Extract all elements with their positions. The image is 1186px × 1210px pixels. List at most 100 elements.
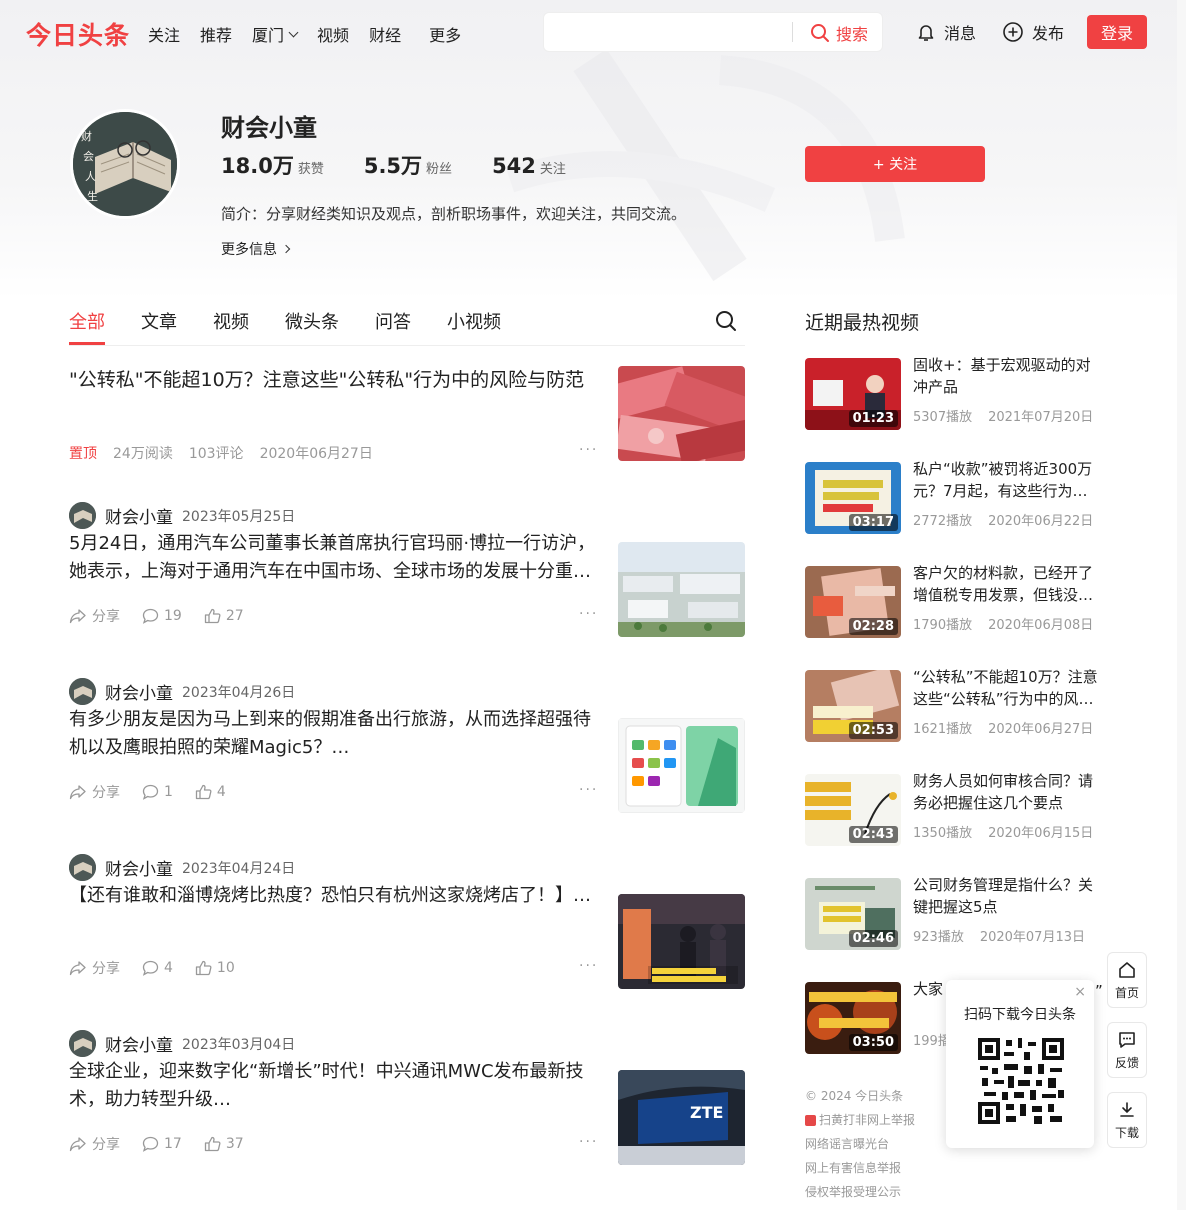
video-title[interactable]: 固收+：基于宏观驱动的对冲产品	[913, 354, 1105, 398]
toutiao-logo[interactable]: 今日头条	[26, 16, 130, 52]
video-thumbnail[interactable]: 01:23	[805, 358, 901, 430]
tab-qa[interactable]: 问答	[375, 308, 411, 334]
more-options-icon[interactable]: ···	[579, 442, 598, 458]
tab-all[interactable]: 全部	[69, 308, 105, 345]
author-name[interactable]: 财会小童	[105, 679, 173, 704]
post-item[interactable]: 财会小童 2023年05月25日 5月24日，通用汽车公司董事长兼首席执行官玛丽…	[69, 502, 745, 678]
bell-icon	[918, 25, 934, 41]
nav-more[interactable]: 更多	[429, 22, 461, 46]
search-icon[interactable]	[715, 310, 737, 332]
video-item[interactable]: 02:46 公司财务管理是指什么？关键把握这5点 923播放 2020年07月13…	[805, 876, 1105, 952]
post-thumbnail[interactable]	[618, 718, 745, 813]
post-thumbnail[interactable]: ZTE	[618, 1070, 745, 1165]
video-title[interactable]: 私户“收款”被罚将近300万元？7月起，有这些行为…	[913, 458, 1105, 502]
tab-articles[interactable]: 文章	[141, 308, 177, 334]
search-button[interactable]: 搜索	[810, 21, 868, 45]
post-author[interactable]: 财会小童 2023年04月24日	[69, 854, 295, 881]
author-name[interactable]: 财会小童	[105, 855, 173, 880]
fans-stat[interactable]: 5.5万 粉丝	[364, 150, 452, 180]
post-text[interactable]: 【还有谁敢和淄博烧烤比热度？恐怕只有杭州这家烧烤店了！】…	[69, 882, 597, 910]
publish-button[interactable]: 发布	[1002, 20, 1064, 44]
search-input[interactable]	[544, 13, 792, 51]
like-button[interactable]: 4	[195, 784, 226, 800]
nav-finance[interactable]: 财经	[369, 22, 401, 46]
more-options-icon[interactable]: ···	[579, 606, 598, 622]
page-scrollbar[interactable]	[1177, 0, 1186, 1210]
pinned-title[interactable]: "公转私"不能超10万？注意这些"公转私"行为中的风险与防范	[69, 366, 599, 394]
video-meta: 5307播放 2021年07月20日	[913, 406, 1093, 425]
comment-button[interactable]: 19	[142, 608, 182, 624]
tab-weitoutiao[interactable]: 微头条	[285, 308, 339, 334]
video-item[interactable]: 02:43 财务人员如何审核合同？请务必把握住这几个要点 1350播放 2020年…	[805, 772, 1105, 848]
more-info-link[interactable]: 更多信息	[221, 239, 291, 259]
following-label: 关注	[539, 162, 566, 177]
pinned-thumbnail[interactable]	[618, 366, 745, 461]
like-button[interactable]: 37	[204, 1136, 244, 1152]
home-tool-button[interactable]: 首页	[1107, 952, 1147, 1008]
video-title[interactable]: “公转私”不能超10万？注意这些“公转私”行为中的风…	[913, 666, 1105, 710]
post-text[interactable]: 全球企业，迎来数字化“新增长”时代！中兴通讯MWC发布最新技术，助力转型升级…	[69, 1058, 597, 1114]
share-button[interactable]: 分享	[69, 1134, 120, 1154]
post-thumbnail[interactable]	[618, 894, 745, 989]
footer-link-harmful[interactable]: 网上有害信息举报	[805, 1156, 915, 1180]
video-title[interactable]: 客户欠的材料款，已经开了增值税专用发票，但钱没…	[913, 562, 1105, 606]
copyright: © 2024 今日头条	[805, 1089, 904, 1103]
feedback-tool-button[interactable]: 反馈	[1107, 1022, 1147, 1078]
post-text[interactable]: 5月24日，通用汽车公司董事长兼首席执行官玛丽·博拉一行访沪，她表示，上海对于通…	[69, 530, 597, 586]
video-thumbnail[interactable]: 02:43	[805, 774, 901, 846]
comment-button[interactable]: 4	[142, 960, 173, 976]
nav-follow[interactable]: 关注	[148, 22, 180, 46]
footer-link-infringement[interactable]: 侵权举报受理公示	[805, 1180, 915, 1204]
more-options-icon[interactable]: ···	[579, 1134, 598, 1150]
video-item[interactable]: 03:17 私户“收款”被罚将近300万元？7月起，有这些行为… 2772播放 2…	[805, 460, 1105, 536]
following-stat[interactable]: 542 关注	[492, 154, 566, 178]
comment-button[interactable]: 17	[142, 1136, 182, 1152]
video-thumbnail[interactable]: 03:17	[805, 462, 901, 534]
footer-link-rumor[interactable]: 网络谣言曝光台	[805, 1132, 915, 1156]
post-thumbnail[interactable]	[618, 542, 745, 637]
nav-recommend[interactable]: 推荐	[200, 22, 232, 46]
video-thumbnail[interactable]: 02:46	[805, 878, 901, 950]
fans-label: 粉丝	[426, 162, 453, 177]
download-tool-button[interactable]: 下载	[1107, 1092, 1147, 1148]
messages-button[interactable]: 消息	[916, 20, 976, 44]
share-button[interactable]: 分享	[69, 958, 120, 978]
video-thumbnail[interactable]: 03:50	[805, 982, 901, 1054]
share-label: 分享	[92, 785, 120, 801]
video-title[interactable]: 财务人员如何审核合同？请务必把握住这几个要点	[913, 770, 1105, 814]
video-title[interactable]: 公司财务管理是指什么？关键把握这5点	[913, 874, 1105, 918]
video-meta: 2772播放 2020年06月22日	[913, 510, 1093, 529]
nav-city[interactable]: 厦门	[252, 22, 299, 46]
follow-button[interactable]: + 关注	[805, 146, 985, 182]
video-item[interactable]: 02:28 客户欠的材料款，已经开了增值税专用发票，但钱没… 1790播放 202…	[805, 564, 1105, 640]
close-icon[interactable]: ×	[1074, 984, 1086, 1000]
post-item[interactable]: 财会小童 2023年03月04日 全球企业，迎来数字化“新增长”时代！中兴通讯M…	[69, 1030, 745, 1206]
top-header: 今日头条 关注 推荐 厦门 视频 财经 更多 搜索 消息 发布 登录	[0, 0, 1186, 64]
comment-button[interactable]: 1	[142, 784, 173, 800]
video-item[interactable]: 02:53 “公转私”不能超10万？注意这些“公转私”行为中的风… 1621播放…	[805, 668, 1105, 744]
video-thumbnail[interactable]: 02:28	[805, 566, 901, 638]
footer-link-report[interactable]: 扫黄打非网上举报	[805, 1108, 915, 1132]
share-button[interactable]: 分享	[69, 782, 120, 802]
avatar	[69, 854, 96, 881]
post-author[interactable]: 财会小童 2023年05月25日	[69, 502, 295, 529]
post-actions: 分享 17 37	[69, 1134, 266, 1154]
post-item[interactable]: 财会小童 2023年04月26日 有多少朋友是因为马上到来的假期准备出行旅游，从…	[69, 678, 745, 854]
like-button[interactable]: 10	[195, 960, 235, 976]
author-name[interactable]: 财会小童	[105, 503, 173, 528]
post-author[interactable]: 财会小童 2023年03月04日	[69, 1030, 295, 1057]
post-item[interactable]: 财会小童 2023年04月24日 【还有谁敢和淄博烧烤比热度？恐怕只有杭州这家烧…	[69, 854, 745, 1030]
more-options-icon[interactable]: ···	[579, 958, 598, 974]
author-name[interactable]: 财会小童	[105, 1031, 173, 1056]
post-author[interactable]: 财会小童 2023年04月26日	[69, 678, 295, 705]
tab-short-videos[interactable]: 小视频	[447, 308, 501, 334]
video-item[interactable]: 01:23 固收+：基于宏观驱动的对冲产品 5307播放 2021年07月20日	[805, 356, 1105, 432]
tab-videos[interactable]: 视频	[213, 308, 249, 334]
login-button[interactable]: 登录	[1087, 15, 1147, 49]
more-options-icon[interactable]: ···	[579, 782, 598, 798]
like-button[interactable]: 27	[204, 608, 244, 624]
video-thumbnail[interactable]: 02:53	[805, 670, 901, 742]
nav-video[interactable]: 视频	[317, 22, 349, 46]
share-button[interactable]: 分享	[69, 606, 120, 626]
post-text[interactable]: 有多少朋友是因为马上到来的假期准备出行旅游，从而选择超强待机以及鹰眼拍照的荣耀M…	[69, 706, 597, 762]
